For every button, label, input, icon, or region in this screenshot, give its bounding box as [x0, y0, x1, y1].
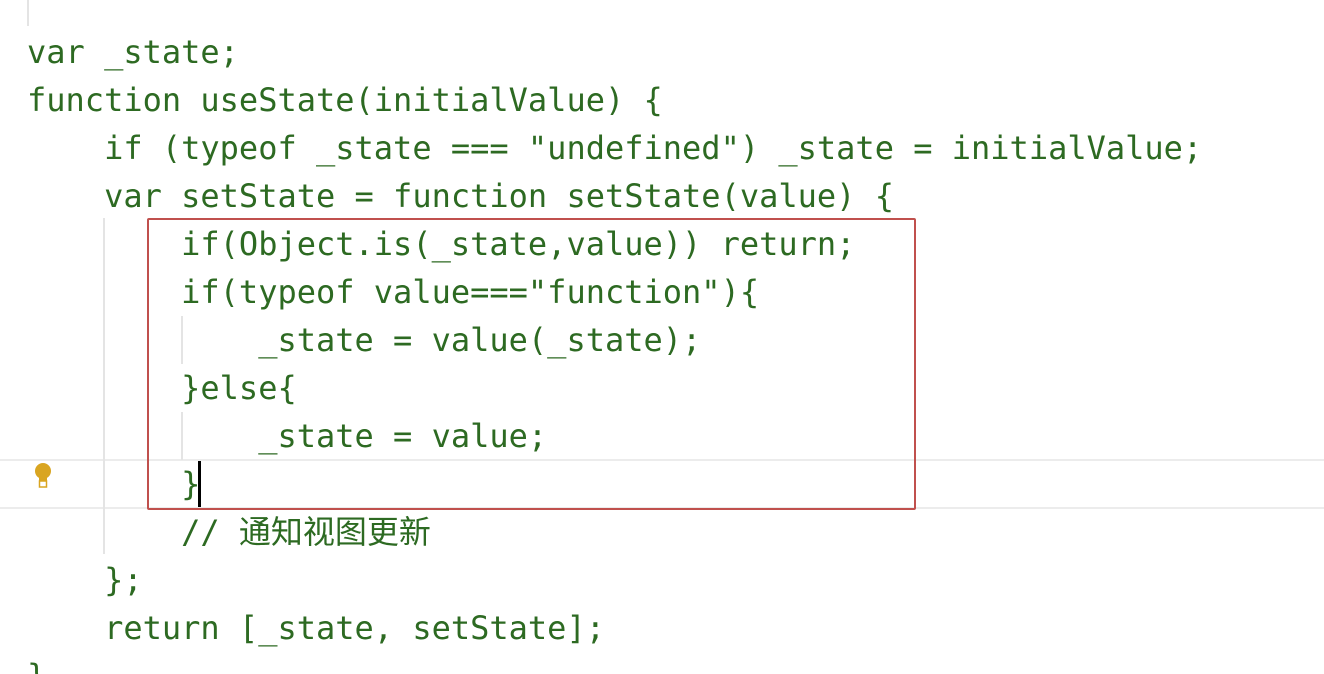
code-line-1[interactable]: var _state; — [27, 28, 239, 76]
code-line-13[interactable]: return [_state, setState]; — [27, 604, 605, 652]
highlight-box — [147, 218, 916, 510]
code-line-11[interactable]: // 通知视图更新 — [27, 508, 431, 556]
code-line-3[interactable]: if (typeof _state === "undefined") _stat… — [27, 124, 1202, 172]
code-line-14[interactable]: } — [27, 652, 46, 674]
indent-guide — [27, 0, 29, 26]
lightbulb-icon[interactable] — [33, 462, 53, 488]
code-line-2[interactable]: function useState(initialValue) { — [27, 76, 663, 124]
code-editor[interactable]: var _state; function useState(initialVal… — [0, 0, 1324, 674]
code-line-12[interactable]: }; — [27, 556, 143, 604]
code-line-4[interactable]: var setState = function setState(value) … — [27, 172, 894, 220]
text-caret — [198, 461, 201, 507]
